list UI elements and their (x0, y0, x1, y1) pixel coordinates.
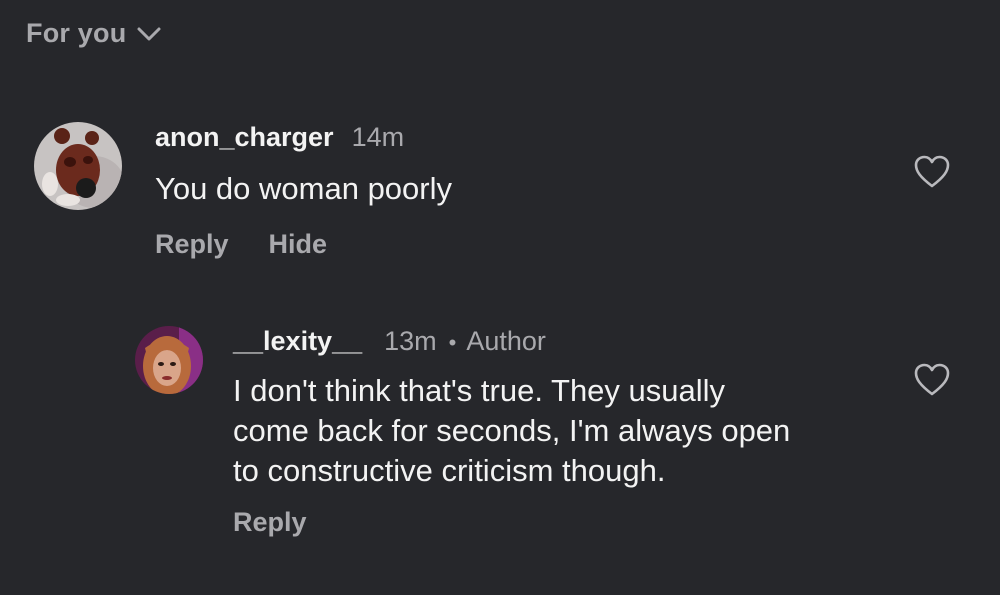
reply-text-line: come back for seconds, I'm always open (233, 413, 791, 448)
comment-timestamp: 14m (351, 122, 405, 152)
comment-text: You do woman poorly (155, 171, 452, 206)
avatar[interactable] (34, 122, 122, 210)
reply-timestamp: 13m (384, 326, 437, 356)
reply-text: I don't think that's true. They usually … (233, 371, 790, 491)
avatar[interactable] (135, 326, 203, 394)
reply-button[interactable]: Reply (155, 229, 229, 260)
heart-outline-icon[interactable] (914, 155, 950, 189)
heart-outline-icon[interactable] (914, 363, 950, 397)
feed-filter-dropdown[interactable]: For you (26, 18, 162, 49)
reply-text-line: I don't think that's true. They usually (233, 373, 726, 408)
feed-filter-label: For you (26, 18, 127, 48)
reply-username[interactable]: __lexity__ (233, 326, 362, 357)
comment-username[interactable]: anon_charger (155, 122, 334, 153)
reply-button[interactable]: Reply (233, 507, 307, 538)
reply-comment: __lexity__ 13m • Author I don't think th… (135, 326, 790, 538)
reply-text-line: to constructive criticism though. (233, 453, 666, 488)
hide-button[interactable]: Hide (269, 229, 328, 260)
comment: anon_charger 14m You do woman poorly Rep… (34, 122, 452, 260)
chevron-down-icon (136, 25, 162, 43)
meta-separator: • (448, 330, 457, 355)
author-badge: Author (466, 326, 546, 356)
